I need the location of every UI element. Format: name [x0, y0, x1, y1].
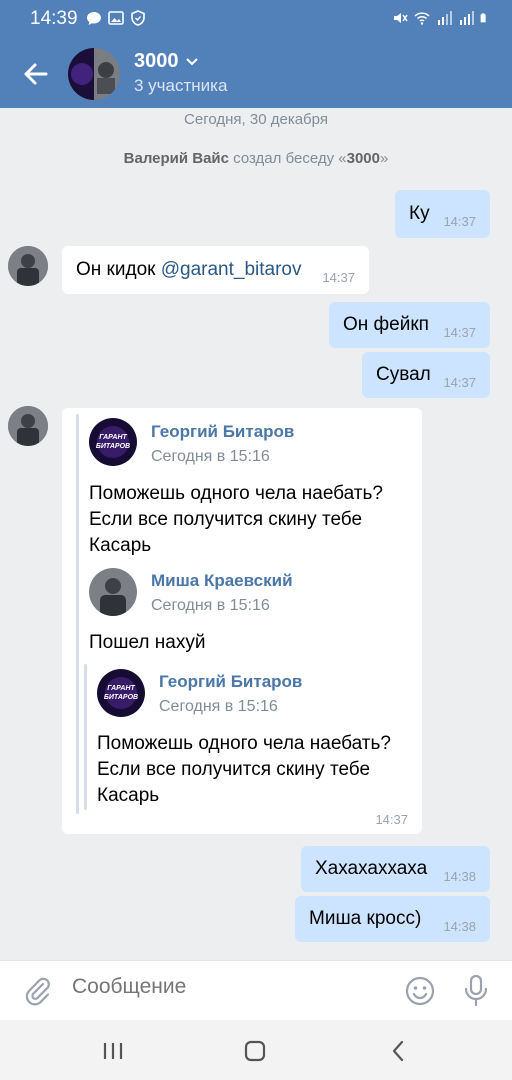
forwarded-author-name[interactable]: Георгий Битаров	[159, 672, 302, 692]
message-text: Миша кросс)	[309, 908, 422, 929]
system-message-actor[interactable]: Валерий Вайс	[124, 150, 229, 167]
system-message-chat-name: 3000	[346, 150, 380, 167]
message-time: 14:37	[322, 270, 355, 285]
system-message: Валерий Вайс создал беседу «3000»	[0, 150, 512, 167]
status-icons-right	[392, 10, 490, 26]
forwarded-avatar-label: ГАРАНТ БИТАРОВ	[103, 685, 139, 701]
app-header: 14:39 3000 3 участника	[0, 0, 512, 108]
home-icon[interactable]	[240, 1036, 270, 1066]
forwarded-author-name[interactable]: Георгий Битаров	[151, 422, 294, 442]
forwarded-text: Пошел нахуй	[89, 632, 206, 653]
chat-title[interactable]: 3000	[134, 50, 199, 73]
system-message-action: создал беседу «	[229, 150, 347, 167]
forwarded-author-name[interactable]: Миша Краевский	[151, 571, 293, 591]
microphone-icon[interactable]	[462, 973, 490, 1009]
message-time: 14:37	[375, 812, 408, 827]
message-time: 14:38	[443, 919, 476, 934]
image-notification-icon	[108, 11, 124, 25]
date-separator: Сегодня, 30 декабря	[184, 111, 328, 128]
recent-apps-icon[interactable]	[98, 1036, 128, 1066]
forwarded-avatar[interactable]: ГАРАНТ БИТАРОВ	[89, 418, 137, 466]
battery-icon	[480, 13, 486, 23]
message-bubble-outgoing[interactable]: Хахахаххаха 14:38	[301, 846, 490, 892]
message-text: Сувал	[376, 364, 431, 385]
avatar[interactable]	[8, 406, 48, 446]
message-notification-icon	[87, 12, 101, 25]
forwarded-avatar-label: ГАРАНТ БИТАРОВ	[95, 434, 131, 450]
message-time: 14:37	[443, 325, 476, 340]
forward-line	[76, 414, 79, 814]
message-time: 14:37	[443, 375, 476, 390]
message-bubble-outgoing[interactable]: Он фейкп 14:37	[329, 302, 490, 348]
forwarded-date: Сегодня в 15:16	[151, 448, 270, 465]
message-bubble-outgoing[interactable]: Сувал 14:37	[362, 352, 490, 398]
system-message-end: »	[380, 150, 389, 167]
forwarded-avatar[interactable]	[89, 568, 137, 616]
message-text-plain: Он кидок	[76, 259, 161, 280]
forwarded-avatar[interactable]: ГАРАНТ БИТАРОВ	[97, 669, 145, 717]
signal-icon-1	[438, 11, 452, 25]
system-navigation-bar	[0, 1020, 512, 1080]
chat-subtitle: 3 участника	[134, 76, 228, 95]
shield-icon	[131, 10, 145, 26]
avatar[interactable]	[8, 246, 48, 286]
mention-link[interactable]: @garant_bitarov	[161, 259, 302, 280]
message-text: Ку	[409, 203, 430, 224]
chat-avatar[interactable]	[68, 48, 120, 100]
forwarded-text: Поможешь одного чела наебать? Если все п…	[97, 733, 391, 806]
chevron-down-icon	[185, 57, 198, 65]
forwarded-date: Сегодня в 15:16	[151, 597, 270, 614]
message-bubble-outgoing[interactable]: Ку 14:37	[395, 190, 490, 238]
message-text: Он кидок @garant_bitarov	[76, 246, 302, 294]
signal-icon-2	[460, 11, 474, 25]
forwarded-text: Поможешь одного чела наебать? Если все п…	[89, 483, 383, 556]
message-time: 14:38	[443, 869, 476, 884]
forwarded-date: Сегодня в 15:16	[159, 698, 278, 715]
message-composer	[0, 960, 512, 1020]
message-bubble-incoming[interactable]: Он кидок @garant_bitarov 14:37	[62, 246, 369, 294]
system-back-icon[interactable]	[384, 1036, 414, 1066]
message-time: 14:37	[443, 214, 476, 229]
wifi-icon	[414, 12, 430, 25]
status-time: 14:39	[30, 8, 78, 29]
mute-icon	[394, 13, 408, 23]
message-input[interactable]	[72, 975, 372, 999]
emoji-icon[interactable]	[404, 975, 436, 1007]
message-text: Хахахаххаха	[315, 858, 428, 879]
chat-title-text: 3000	[134, 50, 179, 72]
attach-icon[interactable]	[22, 975, 52, 1007]
status-icons-left	[86, 10, 146, 26]
message-bubble-outgoing[interactable]: Миша кросс) 14:38	[295, 896, 490, 942]
message-text: Он фейкп	[343, 314, 429, 335]
message-bubble-forwarded[interactable]: ГАРАНТ БИТАРОВ Георгий Битаров Сегодня в…	[62, 408, 422, 834]
forward-line-nested	[84, 664, 87, 810]
back-arrow-icon[interactable]	[20, 58, 52, 90]
